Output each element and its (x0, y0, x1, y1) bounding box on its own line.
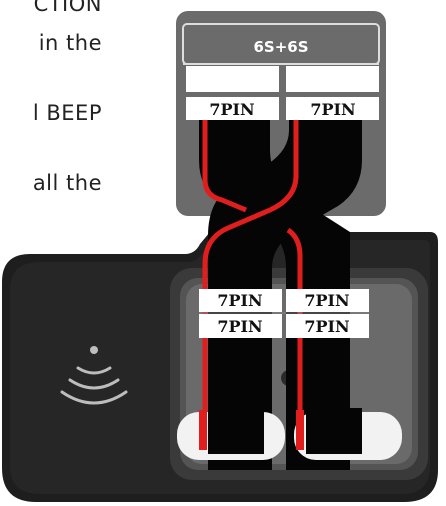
top-pin-label-left: 7PIN (209, 100, 254, 119)
bottom-pin-label-r2-left: 7PIN (217, 317, 262, 336)
bottom-pin-label-r2-right: 7PIN (304, 317, 349, 336)
cable-end-right (306, 408, 362, 454)
red-wire-end-right (296, 410, 304, 450)
bottom-pin-label-r1-right: 7PIN (304, 291, 349, 310)
top-pin-label-right: 7PIN (310, 100, 355, 119)
cable-end-left (208, 408, 264, 454)
red-wire-end-left (199, 410, 207, 450)
bottom-pin-label-r1-left: 7PIN (217, 291, 262, 310)
tester-illustration: 6S+6S 7PIN 7PIN 7PIN 7PIN 7PIN 7PIN (2, 11, 438, 502)
board-title: 6S+6S (253, 38, 308, 56)
